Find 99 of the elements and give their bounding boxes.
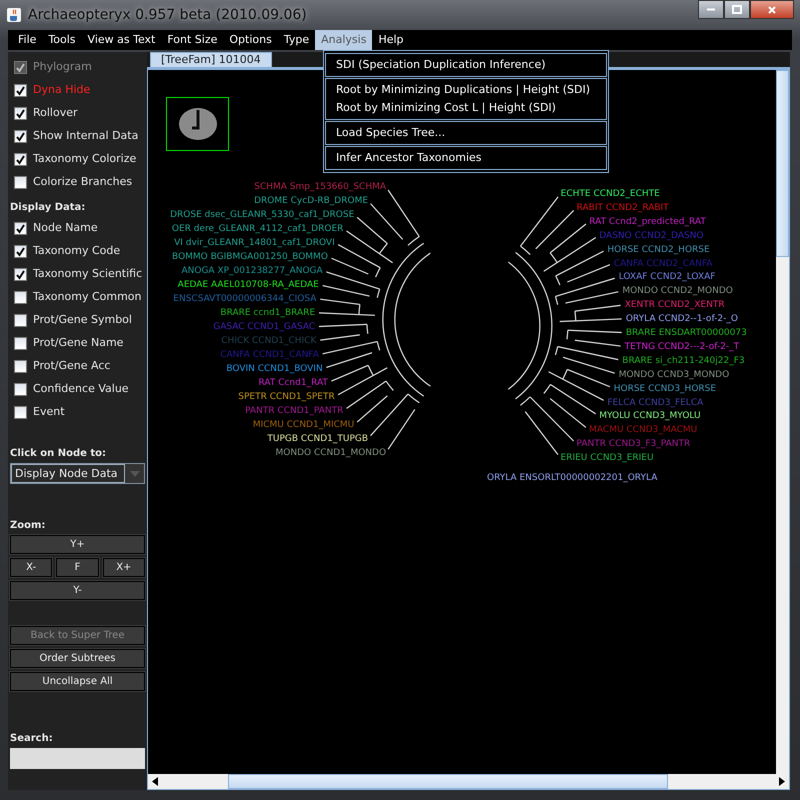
checkbox[interactable]	[14, 245, 27, 258]
menu-item[interactable]: Help	[372, 30, 410, 50]
checkbox[interactable]	[14, 130, 27, 143]
menu-entry[interactable]: Root by Minimizing Cost L | Height (SDI)	[326, 99, 606, 117]
checkbox[interactable]	[14, 383, 27, 396]
checkbox-label: Prot/Gene Acc	[33, 358, 110, 374]
checkbox-label: Taxonomy Common	[33, 289, 142, 306]
leaf-label[interactable]: RAT Ccnd1_RAT	[258, 378, 328, 389]
leaf-label[interactable]: TETNG CCND2---2-of-2-_T	[624, 342, 740, 353]
leaf-label[interactable]: ECHTE CCND2_ECHTE	[560, 189, 660, 200]
leaf-label[interactable]: BRARE si_ch211-240j22_F3	[622, 356, 745, 367]
checkbox-label: Taxonomy Scientific	[33, 266, 142, 282]
leaf-label[interactable]: MYOLU CCND3_MYOLU	[599, 411, 701, 422]
checkbox-label: Prot/Gene Name	[33, 335, 124, 352]
leaf-label[interactable]: MICMU CCND1_MICMU	[252, 420, 354, 431]
checkbox-label: Colorize Branches	[33, 174, 132, 190]
search-field[interactable]	[10, 748, 145, 769]
checkbox-label: Prot/Gene Symbol	[33, 312, 132, 328]
checkbox-label: Event	[33, 404, 65, 420]
leaf-label[interactable]: SPETR CCND1_SPETR	[238, 392, 335, 403]
leaf-label[interactable]: LOXAF CCND2_LOXAF	[618, 272, 716, 284]
zoom-button[interactable]: X+	[102, 558, 145, 577]
checkbox[interactable]	[14, 337, 27, 350]
menu-item[interactable]: Tools	[42, 30, 82, 50]
caret-icon	[130, 470, 140, 476]
action-button[interactable]: Uncollapse All	[10, 672, 145, 691]
menu-item[interactable]: Type	[278, 30, 316, 50]
tree-tab[interactable]: [TreeFam] 101004	[150, 52, 272, 67]
leaf-label[interactable]: ANOGA XP_001238277_ANOGA	[181, 266, 323, 277]
maximize-icon	[732, 5, 742, 14]
checkbox[interactable]	[14, 153, 27, 166]
checkbox[interactable]	[14, 360, 27, 373]
menu-item[interactable]: Analysis	[315, 30, 372, 50]
section-heading: Click on Node to:	[10, 447, 108, 461]
java-cup-icon	[6, 7, 22, 23]
checkbox[interactable]	[14, 84, 27, 97]
zoom-button[interactable]: Y-	[10, 581, 145, 600]
menu-item[interactable]: Font Size	[161, 30, 224, 50]
leaf-label[interactable]: RABIT CCND2_RABIT	[576, 202, 669, 214]
arrow-icon[interactable]	[778, 777, 786, 786]
checkbox-label: Dyna Hide	[33, 82, 90, 98]
vertical-scrollbar[interactable]	[776, 70, 789, 774]
leaf-label[interactable]: HORSE CCND3_HORSE	[614, 384, 716, 395]
checkbox[interactable]	[14, 268, 27, 281]
checkbox[interactable]	[14, 291, 27, 304]
action-button: Back to Super Tree	[10, 626, 145, 645]
checkbox-label: Node Name	[33, 220, 98, 236]
horizontal-scrollbar[interactable]	[148, 774, 789, 789]
leaf-label[interactable]: ORYLA CCND2--1-of-2-_O	[626, 314, 738, 326]
checkbox[interactable]	[14, 107, 27, 120]
leaf-label[interactable]: MONDO CCND3_MONDO	[618, 370, 730, 381]
leaf-label[interactable]: BRARE ccnd1_BRARE	[220, 308, 316, 319]
menu-item[interactable]: Options	[223, 30, 278, 50]
checkbox-label: Taxonomy Colorize	[33, 151, 136, 168]
menu-entry[interactable]: Root by Minimizing Duplications | Height (SDI)	[326, 81, 606, 99]
checkbox[interactable]	[14, 222, 27, 235]
arrow-icon[interactable]	[152, 777, 158, 786]
action-button[interactable]: Order Subtrees	[10, 649, 145, 668]
window-title: Archaeopteryx 0.957 beta (2010.09.06)	[28, 6, 307, 24]
leaf-label[interactable]: RAT Ccnd2_predicted_RAT	[589, 216, 706, 228]
leaf-label[interactable]: MONDO CCND2_MONDO	[622, 286, 733, 298]
minimize-icon	[706, 8, 716, 11]
section-heading: Search:	[10, 732, 54, 746]
tree-overview-drawing	[178, 106, 218, 142]
menu-item[interactable]: View as Text	[82, 30, 162, 50]
zoom-button[interactable]: Y+	[10, 535, 145, 554]
checkbox-label: Confidence Value	[33, 381, 129, 398]
minimize-button[interactable]	[698, 0, 724, 19]
leaf-label[interactable]: ERIEU CCND3_ERIEU	[560, 453, 654, 464]
checkbox[interactable]	[14, 176, 27, 189]
checkbox-label: Taxonomy Code	[33, 243, 120, 260]
leaf-label[interactable]: ORYLA ENSORLT00000002201_ORYLA	[487, 473, 658, 484]
close-icon	[768, 6, 776, 14]
checkbox-label: Rollover	[33, 105, 78, 122]
leaf-label[interactable]: BOVIN CCND1_BOVIN	[226, 364, 323, 375]
section-heading: Display Data:	[10, 201, 86, 215]
close-button[interactable]	[750, 0, 794, 19]
zoom-button[interactable]: F	[56, 558, 99, 577]
checkbox[interactable]	[14, 314, 27, 327]
checkbox-label: Show Internal Data	[33, 128, 138, 144]
section-heading: Zoom:	[10, 519, 46, 533]
leaf-label[interactable]: VI dvir_GLEANR_14801_caf1_DROVI	[174, 238, 335, 249]
zoom-button[interactable]: X-	[10, 558, 52, 577]
leaf-label[interactable]: BRARE ENSDART00000073	[626, 328, 747, 339]
leaf-label[interactable]: OER dere_GLEANR_4112_caf1_DROER	[172, 224, 344, 235]
leaf-label[interactable]: BOMMO BGIBMGA001250_BOMMO	[172, 252, 328, 263]
leaf-label[interactable]: DROSE dsec_GLEANR_5330_caf1_DROSE	[170, 210, 354, 221]
maximize-button[interactable]	[724, 0, 750, 19]
leaf-label[interactable]: TUPGB CCND1_TUPGB	[267, 434, 368, 445]
leaf-label[interactable]: MONDO CCND1_MONDO	[276, 448, 386, 459]
leaf-label[interactable]: HORSE CCND2_HORSE	[607, 244, 710, 256]
leaf-label[interactable]: DROME CycD-RB_DROME	[254, 196, 368, 207]
overview-box[interactable]	[166, 97, 229, 151]
checkbox-label: Phylogram	[33, 59, 92, 76]
checkbox[interactable]	[14, 406, 27, 419]
leaf-label[interactable]: AEDAE AAEL010708-RA_AEDAE	[178, 280, 319, 291]
leaf-label[interactable]: XENTR CCND2_XENTR	[624, 300, 725, 312]
menu-item[interactable]: File	[12, 30, 42, 50]
node-action-dropdown[interactable]: Display Node Data	[10, 463, 145, 484]
